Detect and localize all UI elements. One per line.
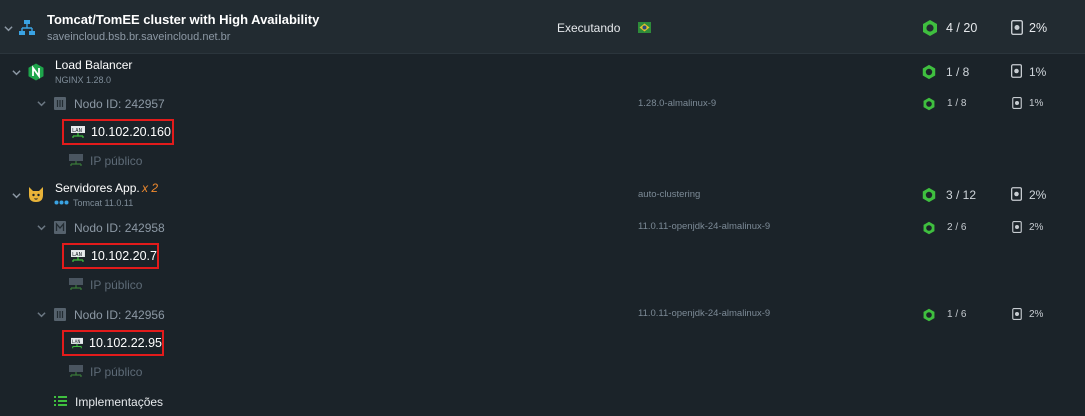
- tomcat-icon: [29, 187, 43, 202]
- cloudlet-icon: [923, 97, 935, 111]
- environment-title[interactable]: Tomcat/TomEE cluster with High Availabil…: [47, 12, 319, 27]
- ip-address: 10.102.20.7: [90, 249, 157, 263]
- app-node-1-private-ip[interactable]: LAN 10.102.20.7: [62, 243, 159, 269]
- app-node-1-tag: 11.0.11-openjdk-24-almalinux-9: [638, 221, 771, 232]
- disk-icon: [1011, 64, 1022, 78]
- disk-icon: [1012, 97, 1022, 109]
- svg-text:LAN: LAN: [72, 339, 81, 345]
- public-ip-icon: [69, 278, 83, 290]
- load-balancer-title[interactable]: Load Balancer: [55, 58, 132, 72]
- chevron-down-icon[interactable]: [4, 24, 13, 33]
- app-servers-version: Tomcat 11.0.11: [73, 198, 134, 208]
- disk-icon: [1011, 20, 1023, 35]
- ip-address: 10.102.22.95: [89, 336, 162, 350]
- nginx-icon: [28, 63, 44, 81]
- cloudlet-icon: [922, 64, 936, 80]
- deployments-list-icon: [54, 396, 67, 406]
- app-servers-cloudlets: 3 / 12: [946, 188, 977, 202]
- chevron-down-icon[interactable]: [37, 99, 46, 108]
- app-node-2-label[interactable]: Nodo ID: 242956: [74, 308, 165, 322]
- public-ip-icon: [69, 154, 83, 166]
- lb-node-cloudlets: 1 / 8: [947, 98, 967, 109]
- app-node-2-private-ip[interactable]: LAN 10.102.22.95: [62, 330, 164, 356]
- load-balancer-cloudlets: 1 / 8: [946, 65, 970, 79]
- network-ip-icon: LAN: [71, 249, 85, 262]
- svg-text:LAN: LAN: [72, 252, 82, 258]
- app-node-1-cloudlets: 2 / 6: [947, 222, 967, 233]
- lb-node-private-ip[interactable]: LAN 10.102.20.160: [62, 119, 174, 145]
- chevron-down-icon[interactable]: [37, 310, 46, 319]
- app-node-2-cloudlets: 1 / 6: [947, 309, 967, 320]
- cloudlet-icon: [923, 221, 935, 235]
- environment-domain-link[interactable]: saveincloud.bsb.br.saveincloud.net.br: [47, 31, 230, 43]
- lb-node-label[interactable]: Nodo ID: 242957: [74, 97, 165, 111]
- cluster-dots-icon: [54, 200, 69, 205]
- load-balancer-version: NGINX 1.28.0: [55, 75, 112, 85]
- app-node-2-public-ip[interactable]: IP público: [90, 365, 142, 379]
- app-node-1-public-ip[interactable]: IP público: [90, 278, 142, 292]
- master-node-icon: [54, 221, 66, 234]
- app-node-1-label[interactable]: Nodo ID: 242958: [74, 221, 165, 235]
- svg-text:LAN: LAN: [72, 128, 82, 134]
- environment-status: Executando: [557, 21, 621, 35]
- environment-disk-usage: 2%: [1029, 21, 1048, 35]
- app-node-2-tag: 11.0.11-openjdk-24-almalinux-9: [638, 308, 771, 319]
- network-ip-icon: LAN: [71, 125, 85, 138]
- lb-node-public-ip[interactable]: IP público: [90, 154, 142, 168]
- public-ip-icon: [69, 365, 83, 377]
- server-node-icon: [54, 308, 66, 321]
- app-servers-multiplier[interactable]: x 2: [142, 181, 158, 195]
- app-node-1-disk-usage: 2%: [1029, 222, 1044, 233]
- cloudlet-icon: [923, 20, 937, 36]
- app-node-2-disk-usage: 2%: [1029, 309, 1044, 320]
- disk-icon: [1011, 187, 1022, 201]
- cloudlet-icon: [922, 187, 936, 203]
- chevron-down-icon[interactable]: [12, 68, 21, 77]
- chevron-down-icon[interactable]: [37, 223, 46, 232]
- environment-topology-icon: [19, 20, 35, 35]
- lb-node-disk-usage: 1%: [1029, 98, 1044, 109]
- app-servers-disk-usage: 2%: [1029, 188, 1047, 202]
- lb-node-tag: 1.28.0-almalinux-9: [638, 98, 717, 109]
- server-node-icon: [54, 97, 66, 110]
- network-ip-icon: LAN: [71, 337, 83, 348]
- cloudlet-icon: [923, 308, 935, 322]
- environment-cloudlets: 4 / 20: [946, 21, 978, 35]
- app-servers-tag: auto-clustering: [638, 189, 701, 200]
- chevron-down-icon[interactable]: [12, 191, 21, 200]
- deployments-item[interactable]: Implementações: [75, 395, 163, 409]
- app-servers-title[interactable]: Servidores App.: [55, 181, 140, 195]
- disk-icon: [1012, 308, 1022, 320]
- load-balancer-disk-usage: 1%: [1029, 65, 1047, 79]
- ip-address: 10.102.20.160: [91, 125, 171, 139]
- brazil-flag-icon: [638, 22, 651, 33]
- disk-icon: [1012, 221, 1022, 233]
